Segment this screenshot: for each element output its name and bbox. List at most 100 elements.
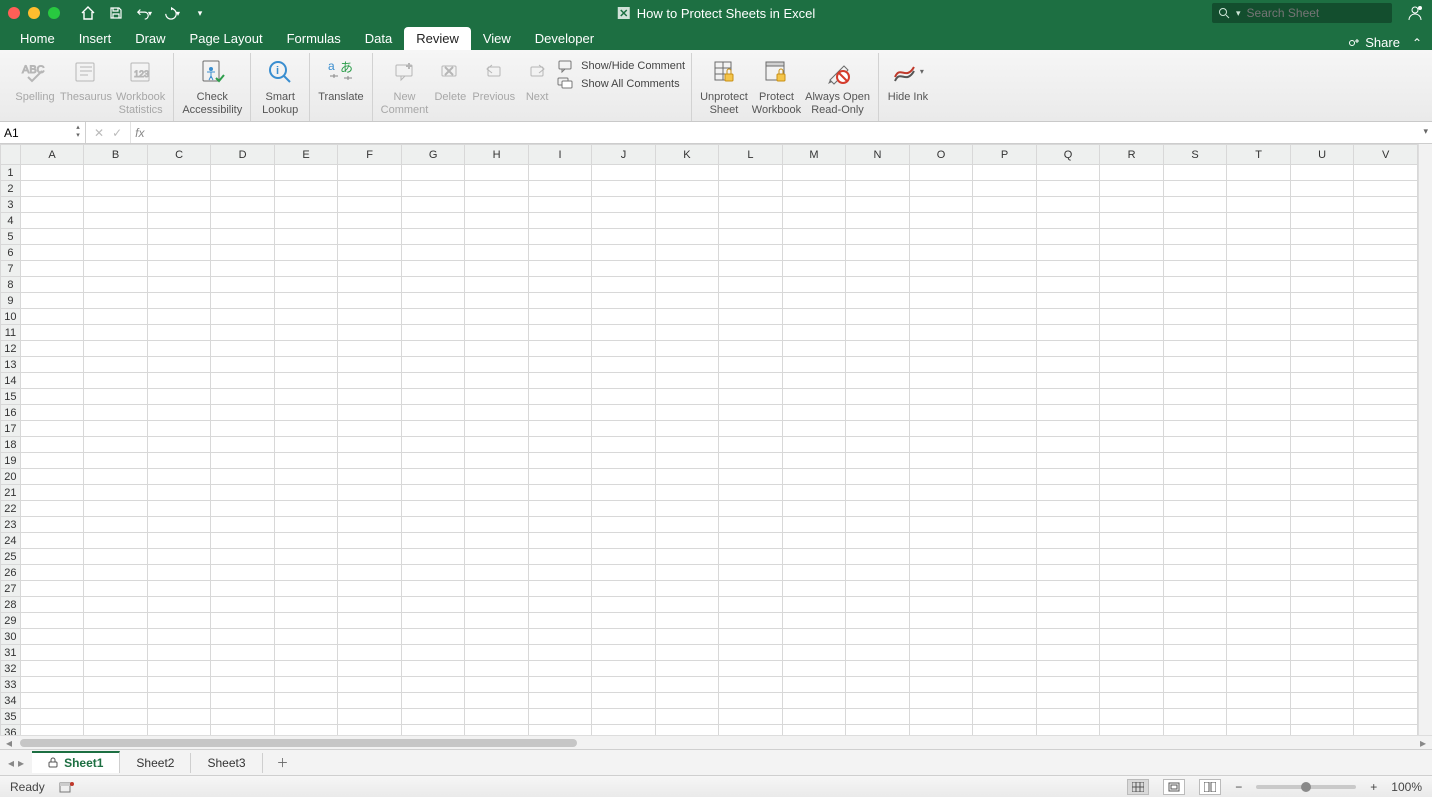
cell[interactable] (719, 469, 782, 485)
cell[interactable] (84, 709, 148, 725)
cell[interactable] (655, 325, 719, 341)
cell[interactable] (20, 229, 84, 245)
cell[interactable] (1163, 565, 1227, 581)
cell[interactable] (1036, 501, 1100, 517)
cell[interactable] (274, 533, 338, 549)
cell[interactable] (719, 517, 782, 533)
cell[interactable] (147, 437, 211, 453)
cell[interactable] (592, 389, 655, 405)
cell[interactable] (1163, 421, 1227, 437)
cell[interactable] (846, 533, 910, 549)
cell[interactable] (20, 165, 84, 181)
cell[interactable] (1354, 197, 1418, 213)
cell[interactable] (782, 597, 846, 613)
cell[interactable] (528, 533, 591, 549)
cell[interactable] (84, 341, 148, 357)
cell[interactable] (211, 661, 275, 677)
cell[interactable] (592, 341, 655, 357)
cell[interactable] (719, 533, 782, 549)
always-open-read-only-button[interactable]: Always Open Read-Only (803, 53, 872, 116)
cell[interactable] (719, 325, 782, 341)
cell[interactable] (655, 197, 719, 213)
select-all-corner[interactable] (1, 145, 21, 165)
cell[interactable] (274, 277, 338, 293)
cell[interactable] (84, 565, 148, 581)
cell[interactable] (719, 309, 782, 325)
cell[interactable] (1354, 469, 1418, 485)
cell[interactable] (973, 613, 1037, 629)
cell[interactable] (719, 373, 782, 389)
cell[interactable] (1100, 453, 1164, 469)
cell[interactable] (1227, 453, 1290, 469)
cell[interactable] (655, 485, 719, 501)
cell[interactable] (1354, 693, 1418, 709)
cell[interactable] (338, 485, 401, 501)
cell[interactable] (211, 261, 275, 277)
cell[interactable] (1290, 661, 1354, 677)
cell[interactable] (1036, 261, 1100, 277)
cell[interactable] (401, 677, 465, 693)
cell[interactable] (719, 165, 782, 181)
cell[interactable] (973, 341, 1037, 357)
cell[interactable] (147, 597, 211, 613)
cell[interactable] (1354, 597, 1418, 613)
cell[interactable] (973, 565, 1037, 581)
cell[interactable] (1100, 597, 1164, 613)
cell[interactable] (1290, 309, 1354, 325)
cell[interactable] (528, 293, 591, 309)
cell[interactable] (1227, 437, 1290, 453)
cell[interactable] (1227, 261, 1290, 277)
cell[interactable] (274, 485, 338, 501)
zoom-in-button[interactable]: + (1370, 780, 1377, 794)
cell[interactable] (1354, 245, 1418, 261)
cell[interactable] (1290, 581, 1354, 597)
cell[interactable] (655, 693, 719, 709)
cell[interactable] (465, 613, 529, 629)
cell[interactable] (1163, 517, 1227, 533)
cell[interactable] (909, 165, 973, 181)
cell[interactable] (782, 565, 846, 581)
cell[interactable] (465, 309, 529, 325)
cell[interactable] (465, 597, 529, 613)
cell[interactable] (1100, 549, 1164, 565)
cell[interactable] (973, 693, 1037, 709)
cell[interactable] (465, 341, 529, 357)
cell[interactable] (401, 229, 465, 245)
cell[interactable] (846, 277, 910, 293)
cell[interactable] (20, 485, 84, 501)
row-header[interactable]: 13 (1, 357, 21, 373)
cell[interactable] (528, 485, 591, 501)
cell[interactable] (782, 437, 846, 453)
cell[interactable] (401, 165, 465, 181)
cell[interactable] (719, 389, 782, 405)
cell[interactable] (909, 469, 973, 485)
cell[interactable] (1036, 165, 1100, 181)
cell[interactable] (274, 677, 338, 693)
cell[interactable] (401, 533, 465, 549)
column-header[interactable]: C (147, 145, 211, 165)
cell[interactable] (338, 341, 401, 357)
cell[interactable] (1290, 629, 1354, 645)
cell[interactable] (465, 725, 529, 736)
cell[interactable] (211, 341, 275, 357)
cell[interactable] (719, 501, 782, 517)
cell[interactable] (147, 277, 211, 293)
cell[interactable] (973, 709, 1037, 725)
cell[interactable] (1100, 277, 1164, 293)
cell[interactable] (20, 373, 84, 389)
cell[interactable] (401, 341, 465, 357)
column-header[interactable]: G (401, 145, 465, 165)
collapse-ribbon-icon[interactable]: ⌃ (1408, 36, 1432, 50)
cell[interactable] (1036, 549, 1100, 565)
cell[interactable] (465, 661, 529, 677)
cell[interactable] (338, 373, 401, 389)
search-sheet-box[interactable]: ▾ (1212, 3, 1392, 23)
column-header[interactable]: K (655, 145, 719, 165)
cell[interactable] (1354, 581, 1418, 597)
tab-developer[interactable]: Developer (523, 27, 606, 50)
cell[interactable] (20, 325, 84, 341)
cell[interactable] (1163, 549, 1227, 565)
cell[interactable] (782, 533, 846, 549)
cell[interactable] (1290, 725, 1354, 736)
cell[interactable] (465, 517, 529, 533)
